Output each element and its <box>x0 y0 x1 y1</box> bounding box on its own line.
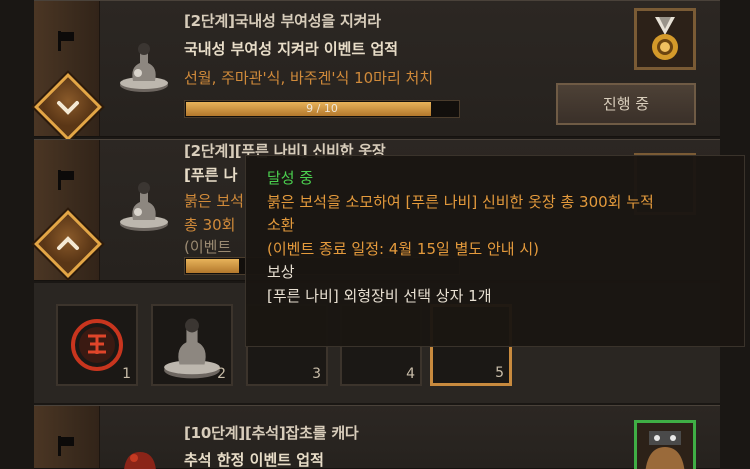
slot-number: 2 <box>217 366 226 382</box>
tooltip-line-1: 붉은 보석을 소모하여 [푸른 나비] 신비한 옷장 총 300회 누적 <box>267 192 654 211</box>
tooltip-reward-item: [푸른 나비] 외형장비 선택 상자 1개 <box>267 286 492 305</box>
quest-subtitle: 국내성 부여성 지켜라 이벤트 업적 <box>184 40 399 58</box>
reward-slot[interactable] <box>634 420 696 469</box>
reward-slot-1[interactable]: 1 <box>56 304 138 386</box>
flag-icon <box>58 436 76 456</box>
in-progress-button[interactable]: 진행 중 <box>556 83 696 125</box>
flag-icon <box>58 170 76 190</box>
quest-description: 선월, 주마관'식, 바주겐'식 10마리 처치 <box>184 69 434 87</box>
quest-description-2: 총 30회 <box>184 216 236 234</box>
quest-title: [10단계][추석]잡초를 캐다 <box>184 424 359 442</box>
progress-text: 9 / 10 <box>306 102 338 115</box>
reward-slot-2[interactable]: 2 <box>151 304 233 386</box>
reward-slot[interactable] <box>634 8 696 70</box>
bottle-icon <box>120 182 168 231</box>
progress-bar: 9 / 10 <box>184 100 460 118</box>
quest-subtitle: [푸른 나 <box>184 166 238 184</box>
bag-icon <box>124 452 156 469</box>
quest-subtitle: 추석 한정 이벤트 업적 <box>184 451 324 469</box>
quest-description: 붉은 보석 <box>184 192 244 210</box>
medal-icon <box>652 17 678 60</box>
chevron-up-icon <box>56 235 80 251</box>
slot-number: 4 <box>406 366 415 382</box>
quest-title: [2단계]국내성 부여성을 지켜라 <box>184 12 381 30</box>
tooltip-line-2: 소환 <box>267 216 295 235</box>
bottle-icon <box>120 43 168 92</box>
quest-card-3[interactable]: [10단계][추석]잡초를 캐다 추석 한정 이벤트 업적 <box>34 405 720 469</box>
tooltip-status: 달성 중 <box>267 169 314 187</box>
quest-tab <box>34 1 102 141</box>
quest-note: (이벤트 <box>184 238 232 256</box>
slot-number: 3 <box>312 366 321 382</box>
achievement-tooltip: 달성 중 붉은 보석을 소모하여 [푸른 나비] 신비한 옷장 총 300회 누… <box>245 155 745 347</box>
bag-icon <box>645 431 685 469</box>
quest-tab <box>34 406 100 468</box>
flag-icon <box>58 31 76 51</box>
tooltip-reward-label: 보상 <box>267 263 295 282</box>
quest-tab <box>34 140 102 280</box>
chevron-down-icon <box>56 100 80 116</box>
slot-number: 1 <box>122 366 131 382</box>
progress-fill <box>186 259 239 273</box>
tooltip-line-3: (이벤트 종료 일정: 4월 15일 별도 안내 시) <box>267 239 539 258</box>
quest-card-1[interactable]: [2단계]국내성 부여성을 지켜라 국내성 부여성 지켜라 이벤트 업적 선월,… <box>34 0 720 141</box>
slot-number: 5 <box>495 365 504 381</box>
